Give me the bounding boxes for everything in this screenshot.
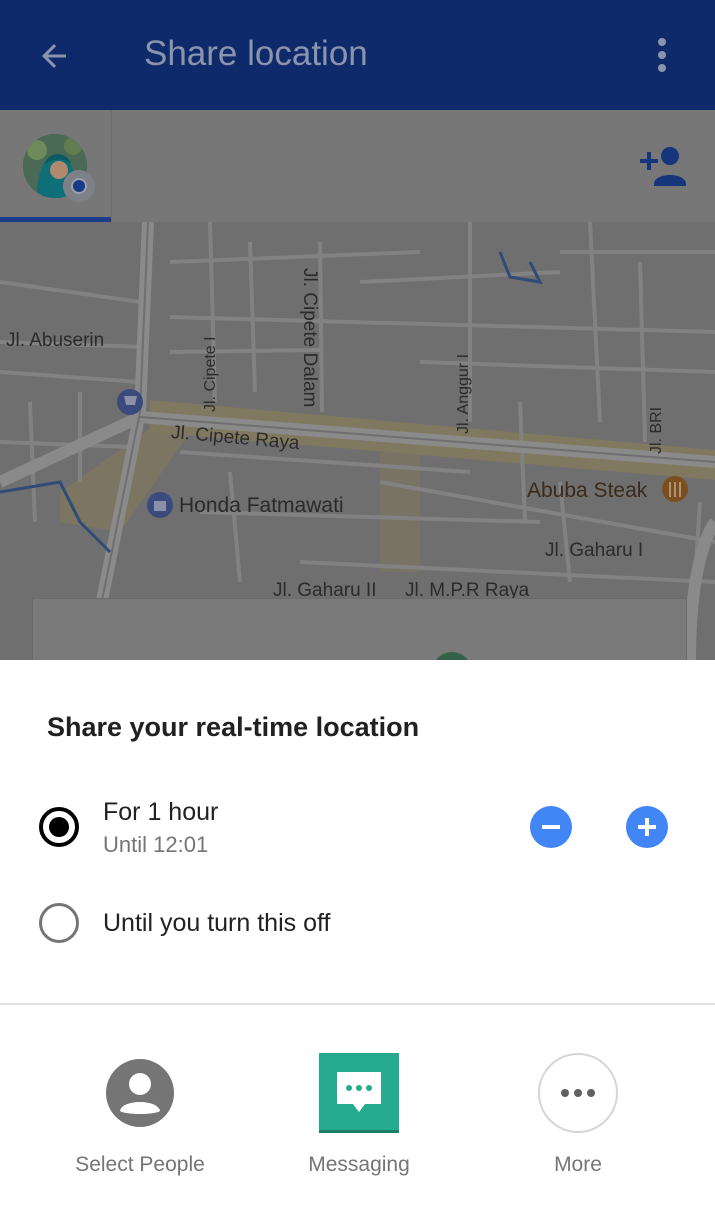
share-select-people-button[interactable]: Select People xyxy=(60,1053,220,1177)
decrease-duration-button[interactable] xyxy=(530,806,572,848)
radio-for-1-hour[interactable] xyxy=(39,807,79,847)
share-messaging-button[interactable]: Messaging xyxy=(279,1053,439,1177)
option-label: Until you turn this off xyxy=(103,909,331,937)
messaging-icon xyxy=(337,1071,381,1112)
radio-until-off[interactable] xyxy=(39,903,79,943)
location-dot xyxy=(63,170,95,202)
app-bar: Share location xyxy=(0,0,715,110)
overflow-menu-button[interactable] xyxy=(642,30,682,80)
more-vert-icon xyxy=(658,38,666,72)
map-label-anggur: Jl. Anggur I xyxy=(455,353,472,434)
person-add-icon xyxy=(640,147,686,186)
share-bottom-sheet: Share your real-time location For 1 hour… xyxy=(0,660,715,1227)
sheet-heading: Share your real-time location xyxy=(47,712,420,742)
poi-label-abuba: Abuba Steak xyxy=(527,479,648,502)
map-label-gaharu-i: Jl. Gaharu I xyxy=(545,540,644,561)
poi-label-honda: Honda Fatmawati xyxy=(179,494,344,517)
account-circle-icon xyxy=(106,1059,174,1127)
option-sublabel: Until 12:01 xyxy=(103,832,209,857)
share-target-label: More xyxy=(554,1153,602,1176)
map-view[interactable]: Jl. Abuserin Jl. Cipete Raya Jl. Cipete … xyxy=(0,222,715,660)
increase-duration-button[interactable] xyxy=(626,806,668,848)
plus-icon xyxy=(638,818,656,836)
share-target-label: Messaging xyxy=(308,1153,410,1176)
more-horiz-icon xyxy=(561,1089,595,1097)
arrow-back-icon xyxy=(42,44,66,68)
add-person-button[interactable] xyxy=(636,144,690,188)
person-tab-self[interactable] xyxy=(0,110,112,222)
back-button[interactable] xyxy=(26,28,82,84)
minus-icon xyxy=(542,825,560,829)
map-label-cipete-i: Jl. Cipete I xyxy=(202,336,219,412)
share-more-button[interactable]: More xyxy=(498,1053,658,1177)
map-label-abuserin: Jl. Abuserin xyxy=(6,330,105,351)
share-target-label: Select People xyxy=(75,1153,205,1176)
option-label: For 1 hour xyxy=(103,798,219,826)
page-title: Share location xyxy=(144,34,368,73)
map-label-bri: Jl. BRI xyxy=(648,406,665,454)
divider xyxy=(0,1003,715,1005)
map-label-cipete-dalam: Jl. Cipete Dalam xyxy=(299,268,320,408)
map-info-card xyxy=(32,598,687,660)
people-strip xyxy=(0,110,715,222)
